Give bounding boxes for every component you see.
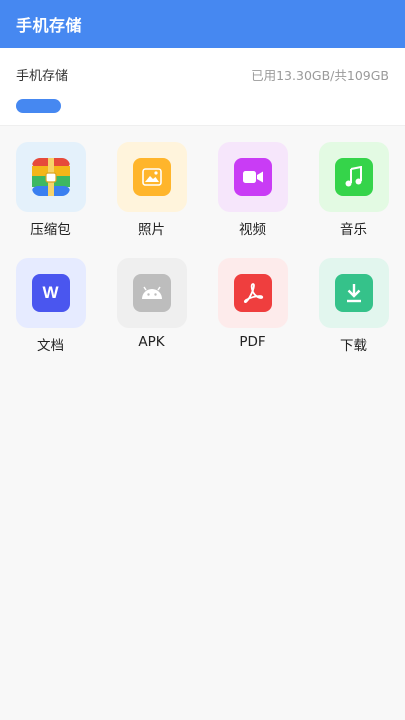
pdf-tile[interactable] (217, 258, 288, 328)
storage-usage-bar (16, 99, 61, 113)
category-video[interactable]: 视频 (202, 142, 303, 238)
video-tile[interactable] (217, 142, 288, 212)
storage-usage-fill (16, 99, 61, 113)
apk-tile[interactable] (116, 258, 187, 328)
photo-icon (132, 158, 171, 196)
category-pdf[interactable]: PDF (202, 258, 303, 354)
pdf-icon (233, 274, 272, 312)
document-tile[interactable]: W (15, 258, 86, 328)
category-label: 照片 (138, 222, 165, 238)
archive-tile[interactable] (15, 142, 86, 212)
category-grid: 压缩包 照片 视频 音乐 W 文档 APK PDF 下载 (0, 126, 405, 354)
category-document[interactable]: W 文档 (0, 258, 101, 354)
page-title: 手机存储 (16, 16, 83, 35)
download-tile[interactable] (318, 258, 389, 328)
document-icon: W (31, 274, 70, 312)
storage-summary: 手机存储 已用13.30GB/共109GB (0, 48, 405, 126)
download-icon (334, 274, 373, 312)
category-archive[interactable]: 压缩包 (0, 142, 101, 238)
category-label: 文档 (37, 338, 64, 354)
category-photo[interactable]: 照片 (101, 142, 202, 238)
category-label: 下载 (340, 338, 367, 354)
storage-usage-text: 已用13.30GB/共109GB (251, 68, 389, 83)
category-music[interactable]: 音乐 (303, 142, 404, 238)
category-label: APK (138, 334, 165, 350)
music-tile[interactable] (318, 142, 389, 212)
category-label: 视频 (239, 222, 266, 238)
music-icon (334, 158, 373, 196)
video-icon (233, 158, 272, 196)
archive-icon (31, 158, 70, 196)
photo-tile[interactable] (116, 142, 187, 212)
storage-label: 手机存储 (16, 69, 69, 84)
android-icon (132, 274, 171, 312)
category-label: 音乐 (340, 222, 367, 238)
category-label: 压缩包 (30, 222, 71, 238)
category-download[interactable]: 下载 (303, 258, 404, 354)
category-apk[interactable]: APK (101, 258, 202, 354)
title-bar: 手机存储 (0, 0, 405, 48)
category-label: PDF (239, 334, 266, 350)
